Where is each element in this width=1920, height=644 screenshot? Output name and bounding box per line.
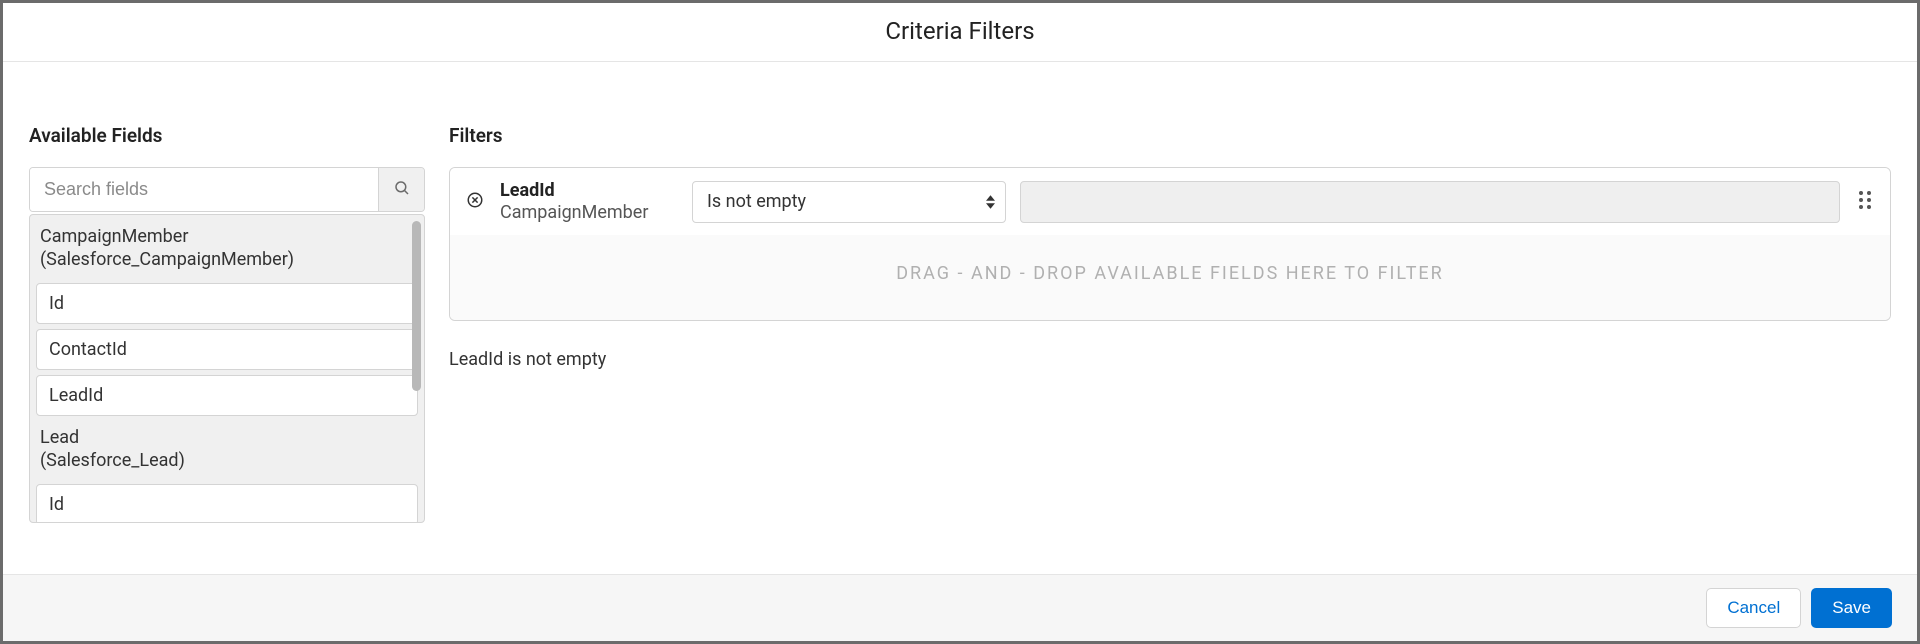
field-item-contactid[interactable]: ContactId [36, 329, 418, 370]
modal-title: Criteria Filters [3, 17, 1917, 45]
available-fields-panel: Available Fields CampaignMember (Salesfo… [29, 124, 425, 574]
group-sublabel: (Salesforce_Lead) [40, 449, 414, 472]
field-item-id[interactable]: Id [36, 283, 418, 324]
drag-handle[interactable] [1854, 190, 1876, 214]
cancel-button[interactable]: Cancel [1706, 588, 1801, 628]
available-fields-list[interactable]: CampaignMember (Salesforce_CampaignMembe… [29, 214, 425, 523]
field-group-header: CampaignMember (Salesforce_CampaignMembe… [36, 215, 418, 278]
group-sublabel: (Salesforce_CampaignMember) [40, 248, 414, 271]
filter-field-name: LeadId [500, 180, 678, 202]
filter-value-input [1020, 181, 1840, 223]
filter-summary: LeadId is not empty [449, 349, 1891, 370]
filters-title: Filters [449, 124, 1891, 147]
operator-selected-label: Is not empty [707, 191, 806, 212]
operator-select[interactable]: Is not empty [692, 181, 1006, 223]
modal-footer: Cancel Save [3, 574, 1917, 641]
criteria-filters-modal: Criteria Filters Available Fields [0, 0, 1920, 644]
modal-body: Available Fields CampaignMember (Salesfo… [3, 62, 1917, 574]
drop-zone-hint: DRAG - AND - DROP AVAILABLE FIELDS HERE … [896, 263, 1444, 284]
sort-caret-icon [986, 195, 995, 209]
modal-header: Criteria Filters [3, 3, 1917, 62]
field-group-header: Lead (Salesforce_Lead) [36, 416, 418, 479]
drop-zone[interactable]: DRAG - AND - DROP AVAILABLE FIELDS HERE … [450, 235, 1890, 320]
group-label: Lead [40, 426, 414, 449]
remove-filter-button[interactable] [464, 191, 486, 213]
search-button[interactable] [378, 168, 424, 211]
filter-row: LeadId CampaignMember Is not empty [450, 168, 1890, 235]
field-item-leadid[interactable]: LeadId [36, 375, 418, 416]
save-button[interactable]: Save [1811, 588, 1892, 628]
filters-container: LeadId CampaignMember Is not empty [449, 167, 1891, 321]
search-input[interactable] [30, 168, 378, 211]
drag-handle-icon [1858, 190, 1872, 214]
field-item-lead-id[interactable]: Id [36, 484, 418, 523]
search-icon [393, 179, 411, 200]
search-row [29, 167, 425, 212]
scrollbar[interactable] [412, 221, 421, 391]
filter-field-object: CampaignMember [500, 202, 678, 224]
group-label: CampaignMember [40, 225, 414, 248]
filters-panel: Filters LeadId CampaignMember [449, 124, 1891, 574]
filter-field-label: LeadId CampaignMember [500, 180, 678, 223]
available-fields-title: Available Fields [29, 124, 425, 147]
close-circle-icon [466, 191, 484, 212]
